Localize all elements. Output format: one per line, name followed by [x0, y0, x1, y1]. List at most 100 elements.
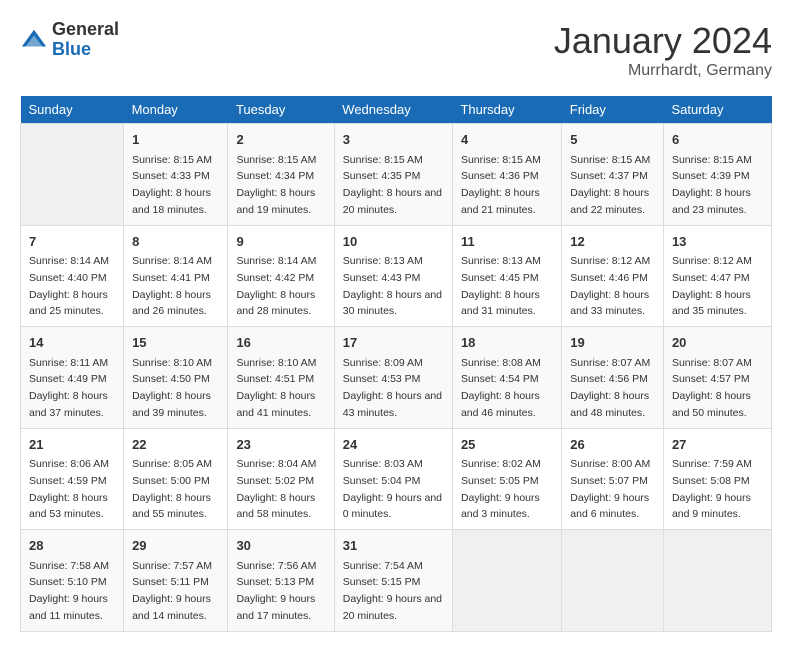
table-row: 25 Sunrise: 8:02 AMSunset: 5:05 PMDaylig…	[452, 428, 561, 530]
day-detail: Sunrise: 7:56 AMSunset: 5:13 PMDaylight:…	[236, 560, 316, 622]
table-row: 12 Sunrise: 8:12 AMSunset: 4:46 PMDaylig…	[562, 225, 664, 327]
table-row: 16 Sunrise: 8:10 AMSunset: 4:51 PMDaylig…	[228, 327, 334, 429]
day-detail: Sunrise: 8:08 AMSunset: 4:54 PMDaylight:…	[461, 357, 541, 419]
day-detail: Sunrise: 8:15 AMSunset: 4:34 PMDaylight:…	[236, 154, 316, 216]
day-number: 20	[672, 333, 763, 353]
day-detail: Sunrise: 7:59 AMSunset: 5:08 PMDaylight:…	[672, 458, 752, 520]
table-row: 28 Sunrise: 7:58 AMSunset: 5:10 PMDaylig…	[21, 530, 124, 632]
day-number: 11	[461, 232, 553, 252]
day-detail: Sunrise: 8:12 AMSunset: 4:47 PMDaylight:…	[672, 255, 752, 317]
table-row: 3 Sunrise: 8:15 AMSunset: 4:35 PMDayligh…	[334, 124, 452, 226]
day-number: 19	[570, 333, 655, 353]
day-number: 9	[236, 232, 325, 252]
day-detail: Sunrise: 8:14 AMSunset: 4:42 PMDaylight:…	[236, 255, 316, 317]
table-row: 6 Sunrise: 8:15 AMSunset: 4:39 PMDayligh…	[663, 124, 771, 226]
logo-general-text: General	[52, 19, 119, 39]
table-row: 27 Sunrise: 7:59 AMSunset: 5:08 PMDaylig…	[663, 428, 771, 530]
table-row: 21 Sunrise: 8:06 AMSunset: 4:59 PMDaylig…	[21, 428, 124, 530]
logo-icon	[20, 26, 48, 54]
table-row: 26 Sunrise: 8:00 AMSunset: 5:07 PMDaylig…	[562, 428, 664, 530]
table-row	[21, 124, 124, 226]
day-detail: Sunrise: 8:13 AMSunset: 4:45 PMDaylight:…	[461, 255, 541, 317]
day-detail: Sunrise: 8:07 AMSunset: 4:56 PMDaylight:…	[570, 357, 650, 419]
table-row: 7 Sunrise: 8:14 AMSunset: 4:40 PMDayligh…	[21, 225, 124, 327]
header-thursday: Thursday	[452, 96, 561, 124]
day-detail: Sunrise: 8:15 AMSunset: 4:35 PMDaylight:…	[343, 154, 442, 216]
header-tuesday: Tuesday	[228, 96, 334, 124]
table-row: 4 Sunrise: 8:15 AMSunset: 4:36 PMDayligh…	[452, 124, 561, 226]
table-row: 22 Sunrise: 8:05 AMSunset: 5:00 PMDaylig…	[124, 428, 228, 530]
title-section: January 2024 Murrhardt, Germany	[554, 20, 772, 80]
table-row: 20 Sunrise: 8:07 AMSunset: 4:57 PMDaylig…	[663, 327, 771, 429]
calendar-week-row: 28 Sunrise: 7:58 AMSunset: 5:10 PMDaylig…	[21, 530, 772, 632]
day-number: 21	[29, 435, 115, 455]
header-friday: Friday	[562, 96, 664, 124]
table-row: 13 Sunrise: 8:12 AMSunset: 4:47 PMDaylig…	[663, 225, 771, 327]
day-number: 26	[570, 435, 655, 455]
day-detail: Sunrise: 8:00 AMSunset: 5:07 PMDaylight:…	[570, 458, 650, 520]
table-row	[452, 530, 561, 632]
table-row: 1 Sunrise: 8:15 AMSunset: 4:33 PMDayligh…	[124, 124, 228, 226]
table-row	[562, 530, 664, 632]
day-detail: Sunrise: 8:15 AMSunset: 4:36 PMDaylight:…	[461, 154, 541, 216]
table-row: 5 Sunrise: 8:15 AMSunset: 4:37 PMDayligh…	[562, 124, 664, 226]
table-row: 11 Sunrise: 8:13 AMSunset: 4:45 PMDaylig…	[452, 225, 561, 327]
day-number: 10	[343, 232, 444, 252]
day-number: 1	[132, 130, 219, 150]
day-number: 3	[343, 130, 444, 150]
table-row: 18 Sunrise: 8:08 AMSunset: 4:54 PMDaylig…	[452, 327, 561, 429]
day-detail: Sunrise: 8:11 AMSunset: 4:49 PMDaylight:…	[29, 357, 108, 419]
header-wednesday: Wednesday	[334, 96, 452, 124]
day-number: 24	[343, 435, 444, 455]
day-detail: Sunrise: 8:06 AMSunset: 4:59 PMDaylight:…	[29, 458, 109, 520]
day-number: 15	[132, 333, 219, 353]
header-sunday: Sunday	[21, 96, 124, 124]
table-row: 10 Sunrise: 8:13 AMSunset: 4:43 PMDaylig…	[334, 225, 452, 327]
day-number: 6	[672, 130, 763, 150]
logo-blue-text: Blue	[52, 39, 91, 59]
calendar-table: Sunday Monday Tuesday Wednesday Thursday…	[20, 96, 772, 632]
day-number: 14	[29, 333, 115, 353]
table-row: 17 Sunrise: 8:09 AMSunset: 4:53 PMDaylig…	[334, 327, 452, 429]
page-subtitle: Murrhardt, Germany	[554, 62, 772, 80]
table-row: 8 Sunrise: 8:14 AMSunset: 4:41 PMDayligh…	[124, 225, 228, 327]
day-detail: Sunrise: 8:02 AMSunset: 5:05 PMDaylight:…	[461, 458, 541, 520]
day-number: 17	[343, 333, 444, 353]
day-number: 28	[29, 536, 115, 556]
header-saturday: Saturday	[663, 96, 771, 124]
table-row: 2 Sunrise: 8:15 AMSunset: 4:34 PMDayligh…	[228, 124, 334, 226]
day-detail: Sunrise: 8:04 AMSunset: 5:02 PMDaylight:…	[236, 458, 316, 520]
day-number: 4	[461, 130, 553, 150]
page-title: January 2024	[554, 20, 772, 62]
page-header: General Blue January 2024 Murrhardt, Ger…	[20, 20, 772, 80]
day-number: 23	[236, 435, 325, 455]
day-number: 31	[343, 536, 444, 556]
table-row: 24 Sunrise: 8:03 AMSunset: 5:04 PMDaylig…	[334, 428, 452, 530]
day-detail: Sunrise: 8:05 AMSunset: 5:00 PMDaylight:…	[132, 458, 212, 520]
logo: General Blue	[20, 20, 119, 60]
day-detail: Sunrise: 7:57 AMSunset: 5:11 PMDaylight:…	[132, 560, 212, 622]
day-detail: Sunrise: 8:15 AMSunset: 4:33 PMDaylight:…	[132, 154, 212, 216]
day-detail: Sunrise: 8:03 AMSunset: 5:04 PMDaylight:…	[343, 458, 442, 520]
table-row: 15 Sunrise: 8:10 AMSunset: 4:50 PMDaylig…	[124, 327, 228, 429]
table-row: 23 Sunrise: 8:04 AMSunset: 5:02 PMDaylig…	[228, 428, 334, 530]
day-detail: Sunrise: 8:10 AMSunset: 4:50 PMDaylight:…	[132, 357, 212, 419]
day-number: 7	[29, 232, 115, 252]
day-detail: Sunrise: 8:15 AMSunset: 4:37 PMDaylight:…	[570, 154, 650, 216]
day-number: 8	[132, 232, 219, 252]
day-number: 22	[132, 435, 219, 455]
day-detail: Sunrise: 7:54 AMSunset: 5:15 PMDaylight:…	[343, 560, 442, 622]
table-row: 9 Sunrise: 8:14 AMSunset: 4:42 PMDayligh…	[228, 225, 334, 327]
day-number: 30	[236, 536, 325, 556]
day-detail: Sunrise: 8:14 AMSunset: 4:40 PMDaylight:…	[29, 255, 109, 317]
table-row	[663, 530, 771, 632]
calendar-header-row: Sunday Monday Tuesday Wednesday Thursday…	[21, 96, 772, 124]
calendar-week-row: 21 Sunrise: 8:06 AMSunset: 4:59 PMDaylig…	[21, 428, 772, 530]
table-row: 31 Sunrise: 7:54 AMSunset: 5:15 PMDaylig…	[334, 530, 452, 632]
table-row: 29 Sunrise: 7:57 AMSunset: 5:11 PMDaylig…	[124, 530, 228, 632]
calendar-week-row: 14 Sunrise: 8:11 AMSunset: 4:49 PMDaylig…	[21, 327, 772, 429]
day-detail: Sunrise: 7:58 AMSunset: 5:10 PMDaylight:…	[29, 560, 109, 622]
table-row: 14 Sunrise: 8:11 AMSunset: 4:49 PMDaylig…	[21, 327, 124, 429]
day-detail: Sunrise: 8:14 AMSunset: 4:41 PMDaylight:…	[132, 255, 212, 317]
day-detail: Sunrise: 8:12 AMSunset: 4:46 PMDaylight:…	[570, 255, 650, 317]
